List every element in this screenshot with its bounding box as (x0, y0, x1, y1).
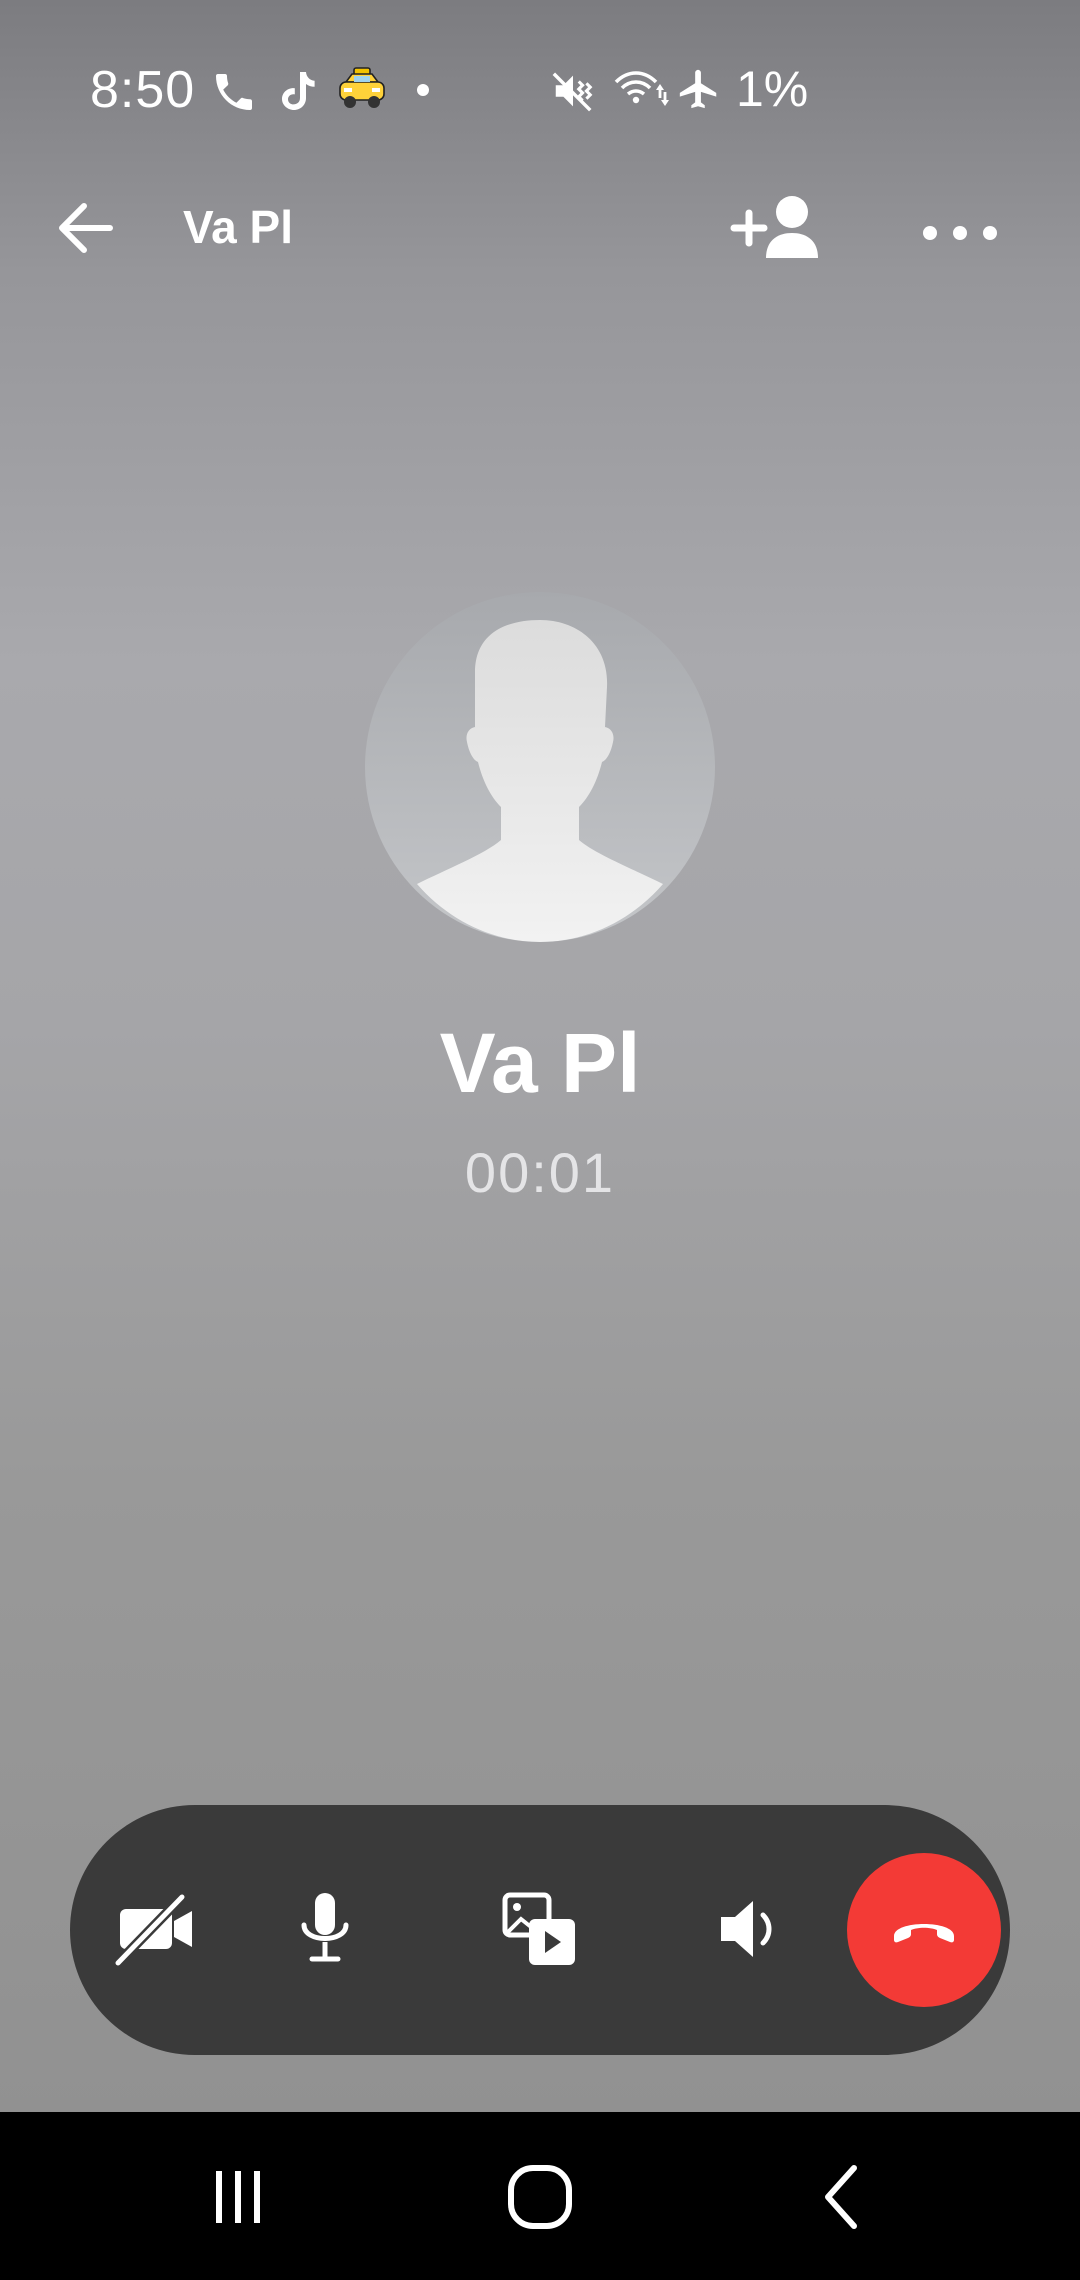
add-person-button[interactable] (728, 188, 824, 268)
top-bar: Va Pl (0, 180, 1080, 270)
home-button[interactable] (480, 2142, 600, 2252)
mute-vibrate-icon (552, 72, 593, 112)
microphone-button[interactable] (250, 1855, 400, 2005)
video-off-icon (114, 1893, 192, 1967)
contact-avatar (365, 592, 715, 942)
status-time: 8:50 (90, 61, 196, 119)
end-call-button[interactable] (847, 1853, 1001, 2007)
nav-back-button[interactable] (782, 2142, 902, 2252)
more-options-icon (923, 226, 997, 240)
notification-dot-icon (417, 84, 429, 96)
speaker-button[interactable] (675, 1855, 825, 2005)
microphone-icon (301, 1893, 349, 1962)
phone-call-icon (216, 74, 252, 110)
taxi-icon (339, 67, 385, 108)
contact-title: Va Pl (183, 201, 293, 253)
speaker-icon (721, 1901, 772, 1957)
end-call-icon (894, 1924, 954, 1943)
recent-apps-button[interactable] (178, 2142, 298, 2252)
add-person-icon (730, 196, 818, 258)
back-button[interactable] (50, 188, 130, 268)
share-media-icon (502, 1892, 575, 1965)
video-toggle-button[interactable] (80, 1855, 230, 2005)
back-icon (825, 2165, 857, 2229)
back-arrow-icon (59, 203, 113, 253)
default-profile-silhouette-icon (417, 620, 663, 942)
call-timer: 00:01 (464, 1141, 616, 1204)
caller-name: Va Pl (439, 1016, 641, 1110)
call-screen: 8:50 1% Va Pl Va Pl 00:01 (0, 0, 1080, 2280)
navigation-bar (0, 2112, 1080, 2280)
status-bar: 8:50 1% (0, 0, 1080, 180)
tiktok-icon (282, 72, 315, 110)
home-icon (508, 2165, 572, 2229)
recent-apps-icon (216, 2171, 260, 2223)
call-controls (70, 1805, 1010, 2055)
more-options-button[interactable] (918, 188, 1002, 268)
share-media-button[interactable] (465, 1855, 615, 2005)
airplane-mode-icon (679, 69, 717, 109)
battery-level: 1% (736, 61, 809, 117)
wifi-icon (614, 71, 669, 106)
